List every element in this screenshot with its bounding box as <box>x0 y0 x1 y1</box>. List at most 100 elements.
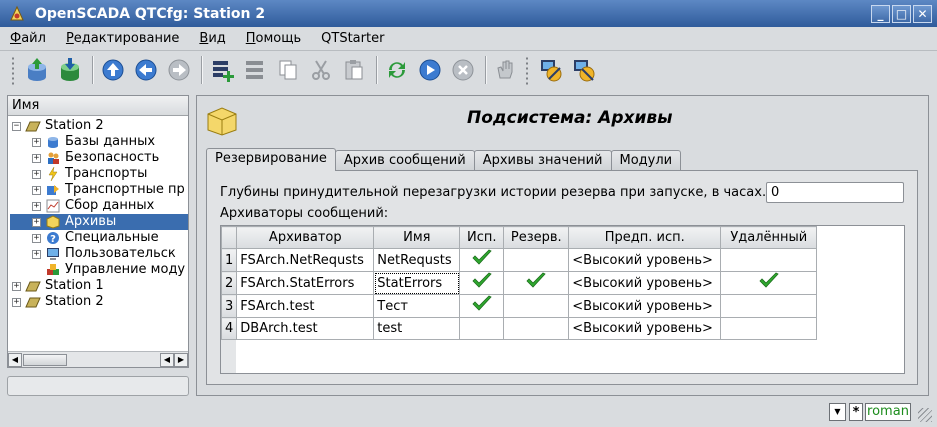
expand-icon[interactable]: + <box>32 249 41 259</box>
stop-button[interactable] <box>448 54 478 86</box>
cell-preferred-use[interactable]: <Высокий уровень> <box>568 271 722 295</box>
row-number[interactable]: 1 <box>221 248 238 272</box>
tab-value-archives[interactable]: Архивы значений <box>473 150 612 171</box>
column-header-name[interactable]: Имя <box>373 226 461 249</box>
cell-archiver[interactable]: FSArch.test <box>236 294 375 318</box>
column-header-preferred-use[interactable]: Предп. исп. <box>568 226 722 249</box>
expand-icon[interactable]: + <box>12 281 21 291</box>
tree-item-databases[interactable]: + Базы данных <box>32 134 155 150</box>
cell-use[interactable] <box>459 294 505 318</box>
tree-item-module-manager[interactable]: Управление моду <box>32 262 185 278</box>
tree-item-station-2-alt[interactable]: + Station 2 <box>12 294 104 310</box>
table-corner[interactable] <box>221 226 238 249</box>
expand-icon[interactable]: + <box>32 201 41 211</box>
tree-item-data-acquisition[interactable]: + Сбор данных <box>32 198 154 214</box>
cell-name[interactable]: StatErrors <box>373 271 461 295</box>
hand-button[interactable] <box>491 54 521 86</box>
menu-file[interactable]: Файл <box>8 30 48 47</box>
cell-reserve[interactable] <box>503 248 570 272</box>
cell-remote[interactable] <box>720 271 818 295</box>
toolbar-grip[interactable] <box>524 54 530 85</box>
maximize-button[interactable]: □ <box>892 4 911 23</box>
status-dropdown-button[interactable]: ▼ <box>829 403 846 421</box>
cell-preferred-use[interactable]: <Высокий уровень> <box>568 248 722 272</box>
expand-icon[interactable]: + <box>32 169 41 179</box>
tree-item-special[interactable]: + ? Специальные <box>32 230 159 246</box>
menu-help[interactable]: Помощь <box>244 30 303 47</box>
tree-horizontal-scrollbar[interactable]: ◀ ◀ ▶ <box>8 351 188 367</box>
station-disconnect-button[interactable] <box>569 54 599 86</box>
expand-icon[interactable]: + <box>32 217 41 227</box>
scroll-left-button[interactable]: ◀ <box>8 352 22 367</box>
cut-button[interactable] <box>306 54 336 86</box>
expand-icon[interactable]: + <box>32 185 41 195</box>
row-number[interactable]: 2 <box>221 271 238 295</box>
cell-reserve[interactable] <box>503 271 570 295</box>
cell-preferred-use[interactable]: <Высокий уровень> <box>568 317 722 340</box>
menu-view[interactable]: Вид <box>197 30 227 47</box>
close-button[interactable]: ✕ <box>913 4 932 23</box>
cell-preferred-use[interactable]: <Высокий уровень> <box>568 294 722 318</box>
scroll-left-button[interactable]: ◀ <box>160 352 174 367</box>
tree-item-transports[interactable]: + Транспорты <box>32 166 147 182</box>
tree-item-archives[interactable]: + Архивы <box>10 214 188 230</box>
copy-button[interactable] <box>273 54 303 86</box>
cell-remote[interactable] <box>720 294 818 318</box>
collapse-icon[interactable]: − <box>12 121 21 131</box>
expand-icon[interactable]: + <box>32 137 41 147</box>
row-number[interactable]: 3 <box>221 294 238 318</box>
load-button[interactable] <box>22 54 52 86</box>
tree-item-transport-protocols[interactable]: + Транспортные пр <box>32 182 185 198</box>
cell-use[interactable] <box>459 317 505 340</box>
tree-item-user-interfaces[interactable]: + Пользовательск <box>32 246 176 262</box>
tab-message-archive[interactable]: Архив сообщений <box>334 150 475 171</box>
tree-item-security[interactable]: + Безопасность <box>32 150 159 166</box>
cell-name[interactable]: test <box>373 317 461 340</box>
lightning-icon <box>45 167 61 181</box>
cell-remote[interactable] <box>720 248 818 272</box>
menu-edit[interactable]: Редактирование <box>64 30 181 47</box>
start-button[interactable] <box>415 54 445 86</box>
column-header-archiver[interactable]: Архиватор <box>236 226 375 249</box>
cell-remote[interactable] <box>720 317 818 340</box>
tree-item-station-2[interactable]: − Station 2 <box>12 118 104 134</box>
protocol-icon <box>45 183 61 197</box>
paste-button[interactable] <box>339 54 369 86</box>
column-header-remote[interactable]: Удалённый <box>720 226 818 249</box>
menu-qtstarter[interactable]: QTStarter <box>319 30 386 47</box>
up-button[interactable] <box>98 54 128 86</box>
current-user[interactable]: roman <box>865 403 911 421</box>
minimize-button[interactable]: _ <box>871 4 890 23</box>
cell-reserve[interactable] <box>503 317 570 340</box>
scroll-thumb[interactable] <box>23 353 67 366</box>
cell-name[interactable]: NetRequsts <box>373 248 461 272</box>
cell-use[interactable] <box>459 248 505 272</box>
cell-reserve[interactable] <box>503 294 570 318</box>
save-button[interactable] <box>55 54 85 86</box>
station-connect-button[interactable] <box>536 54 566 86</box>
cell-archiver[interactable]: FSArch.StatErrors <box>236 271 375 295</box>
delete-item-button[interactable] <box>240 54 270 86</box>
expand-icon[interactable]: + <box>32 153 41 163</box>
column-header-reserve[interactable]: Резерв. <box>503 226 570 249</box>
refresh-button[interactable] <box>382 54 412 86</box>
tab-modules[interactable]: Модули <box>610 150 682 171</box>
expand-icon[interactable]: + <box>12 297 21 307</box>
cell-archiver[interactable]: FSArch.NetRequsts <box>236 248 375 272</box>
add-item-button[interactable] <box>207 54 237 86</box>
expand-icon[interactable]: + <box>32 233 41 243</box>
back-button[interactable] <box>131 54 161 86</box>
resize-grip[interactable] <box>918 408 932 422</box>
cell-name[interactable]: Тест <box>373 294 461 318</box>
row-number[interactable]: 4 <box>221 317 238 340</box>
column-header-use[interactable]: Исп. <box>459 226 505 249</box>
toolbar-grip[interactable] <box>10 54 16 85</box>
forward-button[interactable] <box>164 54 194 86</box>
cell-use[interactable] <box>459 271 505 295</box>
tree-item-station-1[interactable]: + Station 1 <box>12 278 104 294</box>
reload-depth-input[interactable]: 0 <box>766 182 904 203</box>
cell-archiver[interactable]: DBArch.test <box>236 317 375 340</box>
tree-header[interactable]: Имя <box>8 96 188 116</box>
scroll-right-button[interactable]: ▶ <box>174 352 188 367</box>
tab-reservation[interactable]: Резервирование <box>206 148 336 171</box>
